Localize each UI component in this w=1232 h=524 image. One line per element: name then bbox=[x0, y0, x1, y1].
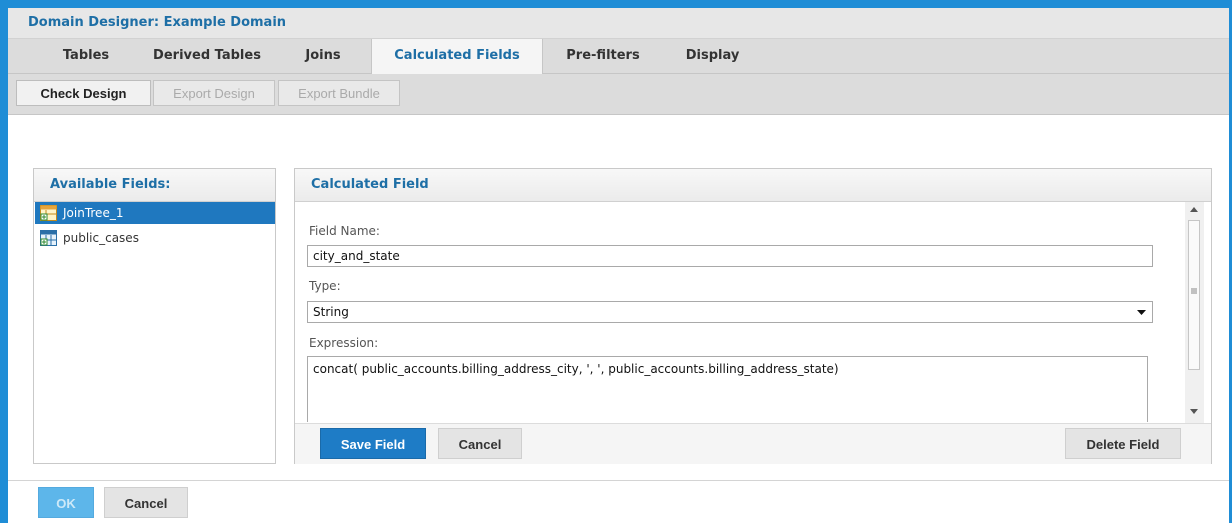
field-name-label: Field Name: bbox=[309, 224, 380, 238]
scroll-down-icon[interactable] bbox=[1190, 409, 1198, 415]
export-design-button[interactable]: Export Design bbox=[153, 80, 275, 106]
tab-calculated-fields[interactable]: Calculated Fields bbox=[371, 39, 543, 74]
field-item-label: public_cases bbox=[63, 231, 139, 245]
designer-toolbar: Check Design Export Design Export Bundle bbox=[8, 74, 1229, 115]
calculated-field-panel: Calculated Field Field Name: city_and_st… bbox=[294, 168, 1212, 464]
type-select[interactable]: String bbox=[307, 301, 1153, 323]
field-name-input[interactable]: city_and_state bbox=[307, 245, 1153, 267]
tab-tables[interactable]: Tables bbox=[56, 39, 116, 73]
export-bundle-button[interactable]: Export Bundle bbox=[278, 80, 400, 106]
tab-display[interactable]: Display bbox=[670, 39, 755, 73]
save-field-button[interactable]: Save Field bbox=[320, 428, 426, 459]
check-design-button[interactable]: Check Design bbox=[16, 80, 151, 106]
available-fields-title: Available Fields: bbox=[50, 177, 171, 192]
calculated-field-title: Calculated Field bbox=[311, 177, 429, 192]
field-button-bar: Save Field Cancel Delete Field bbox=[295, 423, 1211, 464]
expression-label: Expression: bbox=[309, 336, 379, 350]
tab-bar: Tables Derived Tables Joins Calculated F… bbox=[8, 39, 1229, 74]
chevron-down-icon bbox=[1137, 310, 1146, 315]
expression-textarea[interactable]: concat( public_accounts.billing_address_… bbox=[307, 356, 1148, 422]
tab-derived-tables[interactable]: Derived Tables bbox=[140, 39, 274, 73]
expression-text: concat( public_accounts.billing_address_… bbox=[313, 362, 839, 376]
table-icon bbox=[40, 230, 57, 246]
cancel-button[interactable]: Cancel bbox=[104, 487, 188, 518]
panel-scrollbar[interactable] bbox=[1185, 202, 1204, 423]
available-fields-panel: Available Fields: JoinTree_1 public_case… bbox=[33, 168, 276, 464]
delete-field-button[interactable]: Delete Field bbox=[1065, 428, 1181, 459]
tab-pre-filters[interactable]: Pre-filters bbox=[548, 39, 658, 73]
ok-button[interactable]: OK bbox=[38, 487, 94, 518]
grip-icon bbox=[1191, 288, 1197, 294]
tab-joins[interactable]: Joins bbox=[288, 39, 358, 73]
scroll-thumb[interactable] bbox=[1188, 220, 1200, 370]
field-item-public-cases[interactable]: public_cases bbox=[35, 227, 275, 249]
cancel-field-button[interactable]: Cancel bbox=[438, 428, 522, 459]
field-item-jointree[interactable]: JoinTree_1 bbox=[35, 202, 275, 224]
title-bar: Domain Designer: Example Domain bbox=[8, 8, 1229, 39]
join-tree-icon bbox=[40, 205, 57, 221]
available-fields-header: Available Fields: bbox=[34, 169, 275, 202]
type-select-value: String bbox=[313, 305, 349, 319]
dialog-footer: OK Cancel bbox=[8, 480, 1229, 524]
field-item-label: JoinTree_1 bbox=[63, 206, 124, 220]
window-title: Domain Designer: Example Domain bbox=[28, 15, 287, 30]
calculated-field-header: Calculated Field bbox=[295, 169, 1211, 202]
type-label: Type: bbox=[309, 279, 341, 293]
scroll-up-icon[interactable] bbox=[1190, 206, 1198, 212]
